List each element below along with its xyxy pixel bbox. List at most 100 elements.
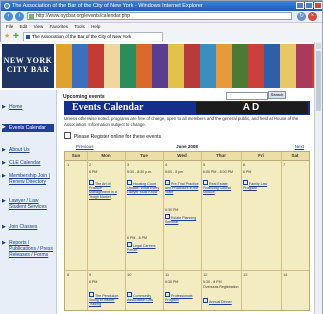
search-input[interactable] — [226, 92, 268, 100]
menu-file[interactable]: File — [6, 24, 13, 29]
grid-line — [241, 152, 242, 310]
tab-title: The Association of the Bar of the City o… — [32, 34, 132, 39]
event-link[interactable]: Annual Dinner — [203, 298, 239, 304]
scroll-up-icon[interactable] — [316, 43, 321, 49]
sidebar-item-lawyer-services[interactable]: ▶ Lawyer / Law Student Services — [2, 198, 54, 210]
stop-icon[interactable]: × — [308, 12, 317, 21]
url-input[interactable]: http://www.nycbar.org/events/calendar.ph… — [27, 12, 292, 20]
event-link[interactable]: Housing Court Update: What Every Lawyer … — [127, 180, 161, 195]
event-time: 6:00 - 8 pm — [165, 170, 184, 174]
event-title: Pre-Trial Practice and Procedure in the … — [165, 182, 199, 195]
sidebar-item-membership[interactable]: ▶ Membership Join | Renew Directory — [2, 173, 54, 185]
event-link[interactable]: Professionals Program — [165, 292, 199, 302]
day-number: 4 — [165, 162, 168, 167]
sidebar-item-reports[interactable]: ▶ Reports / Publications / Press Releases… — [2, 240, 54, 258]
sidebar-label: Events Calendar — [9, 125, 46, 131]
day-number: 13 — [243, 272, 248, 277]
menu-view[interactable]: View — [34, 24, 44, 29]
day-number: 3 — [127, 162, 130, 167]
sidebar-item-home[interactable]: ▶ Home — [2, 104, 54, 110]
event-link[interactable]: Estate Planning Seminar — [165, 214, 199, 224]
day-header-sat: Sat — [281, 152, 309, 161]
logo-line2: CITY BAR — [6, 65, 50, 74]
sidebar-item-events-calendar[interactable]: ▶ Events Calendar — [2, 124, 54, 132]
minimize-button[interactable] — [296, 2, 304, 9]
event-icon — [165, 180, 170, 185]
web-page: NEW YORK CITY BAR ▶ Home ▶ Events Calendar… — [0, 42, 314, 314]
day-number: 1 — [67, 162, 70, 167]
event-icon — [127, 242, 132, 247]
menu-favorites[interactable]: Favorites — [50, 24, 69, 29]
forward-icon[interactable]: › — [15, 12, 24, 21]
event-title: Annual Dinner — [209, 300, 232, 304]
sidebar-label: Membership Join | Renew Directory — [9, 173, 50, 185]
previous-month-link[interactable]: Previous — [76, 143, 94, 150]
sidebar-label: CLE Calendar — [9, 160, 41, 166]
day-number: 9 — [89, 272, 92, 277]
sidebar-item-cle-calendar[interactable]: ▶ CLE Calendar — [2, 160, 54, 166]
main-content: Upcoming events Search Events Calendar A… — [60, 90, 314, 314]
url-text: http://www.nycbar.org/events/calendar.ph… — [36, 13, 130, 19]
day-header-wed: Wed — [163, 152, 201, 161]
refresh-icon[interactable]: ↻ — [297, 12, 306, 21]
event-time: 6:30 PM — [165, 280, 179, 284]
menu-edit[interactable]: Edit — [20, 24, 28, 29]
day-number: 14 — [283, 272, 288, 277]
menu-tools[interactable]: Tools — [74, 24, 85, 29]
grid-line — [281, 152, 282, 310]
close-button[interactable] — [314, 2, 322, 9]
day-number: 6 — [243, 162, 246, 167]
grid-line — [87, 152, 88, 310]
sidebar-nav: ▶ Home ▶ Events Calendar ▶ About Us ▶ CLE Ca… — [0, 90, 57, 314]
arrow-icon: ▶ — [2, 104, 6, 110]
event-link[interactable]: The Art of Practice Management in a Toug… — [89, 180, 123, 199]
event-time: 5:30 - 8 PM — [203, 280, 222, 284]
arrow-icon: ▶ — [2, 124, 6, 130]
day-header-mon: Mon — [87, 152, 125, 161]
day-number: 2 — [89, 162, 92, 167]
register-text: Please Register online for these events — [74, 134, 161, 140]
sidebar-item-join-classes[interactable]: ▶ Join Classes — [2, 224, 54, 230]
next-month-link[interactable]: Next — [295, 143, 304, 150]
site-logo[interactable]: NEW YORK CITY BAR — [2, 44, 54, 88]
event-time: 6 PM — [89, 280, 98, 284]
arrow-icon: ▶ — [2, 160, 6, 166]
event-time: 6 PM — [243, 170, 252, 174]
event-link[interactable]: Real Estate Financing Course Module — [203, 180, 239, 195]
day-header-sun: Sun — [65, 152, 87, 161]
sidebar-item-about-us[interactable]: ▶ About Us — [2, 147, 54, 153]
event-time: Overseas Registration — [203, 285, 239, 289]
event-link[interactable]: Legal Careers Forum — [127, 242, 161, 252]
logo-line1: NEW YORK — [3, 56, 53, 65]
ie-icon — [4, 3, 10, 9]
add-favorite-icon[interactable]: ✚ — [13, 32, 19, 41]
event-time: 6 PM — [89, 170, 98, 174]
event-icon — [243, 180, 248, 185]
vertical-scrollbar[interactable] — [314, 42, 322, 314]
calendar-grid: Sun Mon Tue Wed Thur Fri Sat 1 2 3 4 5 6… — [64, 151, 310, 311]
grid-line — [65, 270, 309, 271]
event-icon — [203, 180, 208, 185]
favorites-star-icon[interactable]: ★ — [4, 32, 10, 41]
event-icon — [127, 292, 132, 297]
tab-favicon-icon — [26, 35, 30, 39]
window-titlebar: The Association of the Bar of the City o… — [1, 1, 322, 11]
event-link[interactable]: Community Association Law — [127, 292, 161, 302]
sidebar-label: Home — [9, 104, 23, 110]
maximize-button[interactable] — [305, 2, 313, 9]
browser-tab[interactable]: The Association of the Bar of the City o… — [23, 32, 163, 41]
header-banner-image — [56, 44, 314, 88]
search-button[interactable]: Search — [268, 91, 286, 99]
sidebar-label: Join Classes — [9, 224, 38, 230]
menu-bar: File Edit View Favorites Tools Help — [1, 23, 322, 31]
back-icon[interactable]: ‹ — [4, 12, 13, 21]
menu-help[interactable]: Help — [91, 24, 100, 29]
grid-line — [201, 152, 202, 310]
event-link[interactable]: Family Law Program — [243, 180, 279, 190]
scrollbar-thumb[interactable] — [316, 51, 321, 111]
page-title: Events Calendar — [72, 102, 144, 113]
address-bar: ‹ › http://www.nycbar.org/events/calenda… — [1, 11, 322, 23]
arrow-icon: ▶ — [2, 173, 6, 179]
event-link[interactable]: The Pendulum Swing of Insider Trading — [89, 292, 123, 307]
event-link[interactable]: Pre-Trial Practice and Procedure in the … — [165, 180, 199, 195]
